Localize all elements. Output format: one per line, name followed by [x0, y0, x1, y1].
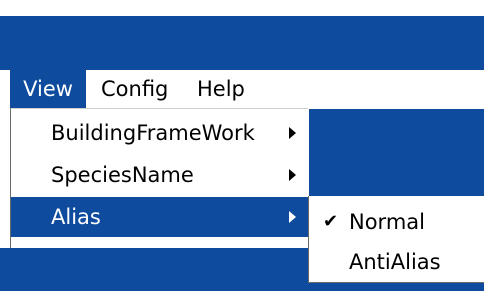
- submenu-arrow-icon: [289, 127, 296, 139]
- menu-item-label: SpeciesName: [51, 163, 194, 187]
- menu-view-label: View: [23, 77, 73, 101]
- menu-item-species-name[interactable]: SpeciesName: [11, 155, 310, 195]
- menu-item-building-framework[interactable]: BuildingFrameWork: [11, 113, 310, 153]
- submenu-item-label: AntiAlias: [349, 250, 441, 274]
- view-dropdown-menu: BuildingFrameWork SpeciesName Alias: [10, 108, 310, 248]
- menu-config[interactable]: Config: [101, 70, 168, 108]
- menu-config-label: Config: [101, 77, 169, 101]
- menu-help[interactable]: Help: [197, 70, 245, 108]
- submenu-arrow-icon: [289, 169, 296, 181]
- menu-item-label: Alias: [51, 205, 101, 229]
- menu-help-label: Help: [197, 77, 245, 101]
- checkmark-icon: ✔: [323, 211, 339, 232]
- window-top-edge: [0, 0, 484, 16]
- submenu-item-label: Normal: [349, 210, 425, 234]
- submenu-backdrop: [308, 108, 484, 196]
- menu-view[interactable]: View: [10, 70, 86, 108]
- submenu-item-antialias[interactable]: AntiAlias: [309, 242, 484, 282]
- submenu-arrow-icon: [289, 211, 296, 223]
- menubar: View Config Help: [0, 70, 484, 108]
- submenu-item-normal[interactable]: ✔ Normal: [309, 202, 484, 242]
- menu-item-alias[interactable]: Alias: [11, 197, 310, 237]
- alias-submenu: ✔ Normal AntiAlias: [308, 196, 484, 283]
- menu-item-label: BuildingFrameWork: [51, 121, 255, 145]
